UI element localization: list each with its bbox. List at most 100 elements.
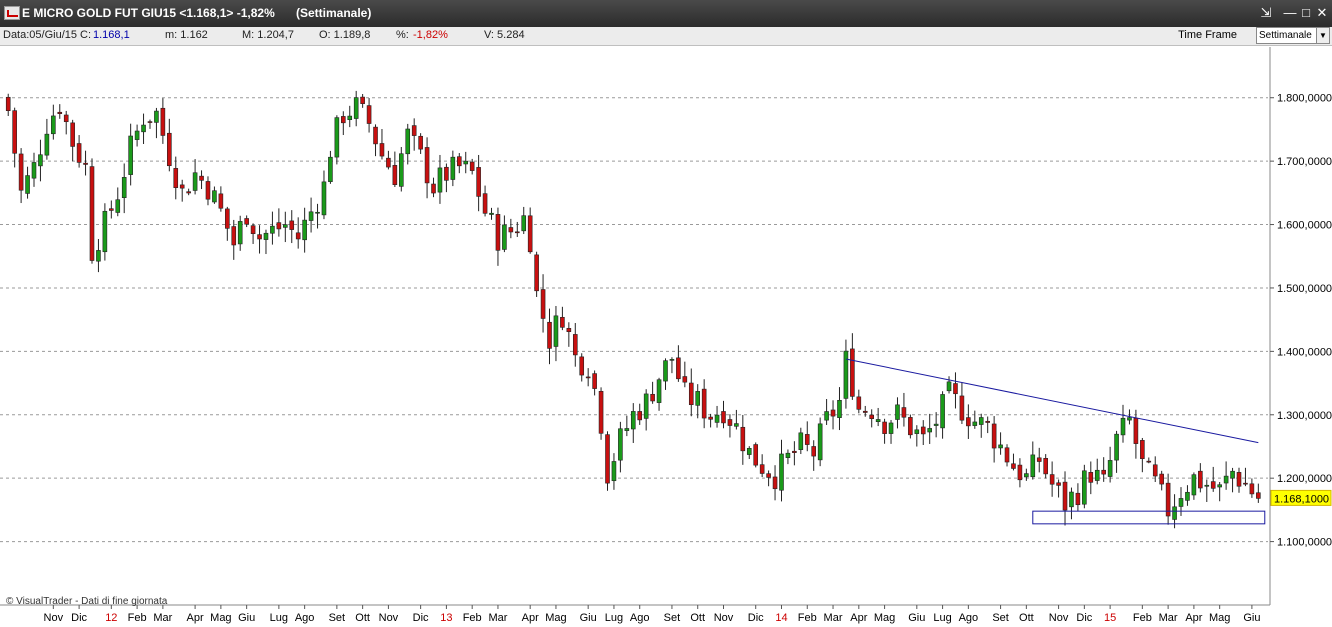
x-tick-label: Mar xyxy=(824,612,843,624)
candle-body xyxy=(869,414,874,419)
candle-body xyxy=(115,199,121,213)
candle-body xyxy=(1191,474,1197,496)
candle-body xyxy=(1024,473,1029,478)
candle-body xyxy=(44,133,50,156)
candle-body xyxy=(966,417,971,427)
candle-body xyxy=(785,452,791,458)
candle-body xyxy=(521,215,527,232)
x-tick-label: Dic xyxy=(748,612,764,624)
candle-body xyxy=(83,162,88,165)
x-tick-label: Giu xyxy=(908,612,925,624)
candle-body xyxy=(456,156,462,167)
candle-body xyxy=(824,411,829,421)
candle-body xyxy=(134,130,140,140)
candle-body xyxy=(418,135,423,150)
candle-body xyxy=(676,357,681,380)
x-tick-label: Nov xyxy=(44,612,64,624)
candle-body xyxy=(527,215,533,253)
candlestick-chart[interactable]: 1.100,0000 1.200,0000 1.300,0000 1.400,0000… xyxy=(0,0,1332,627)
x-tick-label: 12 xyxy=(105,612,117,624)
candle-body xyxy=(1152,464,1158,477)
candle-body xyxy=(779,453,784,491)
x-tick-label: Apr xyxy=(522,612,539,624)
candle-body xyxy=(12,110,17,154)
candle-body xyxy=(63,114,69,123)
candle-body xyxy=(51,115,56,135)
x-tick-label: Giu xyxy=(1243,612,1260,624)
candle-body xyxy=(366,105,372,124)
x-tick-label: Mag xyxy=(545,612,566,624)
x-tick-label: Giu xyxy=(238,612,255,624)
candle-body xyxy=(283,224,288,228)
x-tick-label: Ott xyxy=(355,612,370,624)
candle-body xyxy=(630,411,636,430)
y-tick-label: 1.200,0000 xyxy=(1277,473,1332,485)
candle-body xyxy=(379,143,385,157)
candle-body xyxy=(257,234,262,240)
candle-body xyxy=(1159,473,1164,485)
candle-body xyxy=(882,421,887,434)
y-tick-label: 1.400,0000 xyxy=(1277,346,1332,358)
candle-body xyxy=(1140,440,1145,459)
candle-body xyxy=(1049,474,1055,485)
candle-body xyxy=(1185,491,1190,501)
candle-body xyxy=(753,444,759,466)
candle-body xyxy=(830,409,836,417)
candle-body xyxy=(611,461,617,482)
candle-body xyxy=(186,191,191,194)
candle-body xyxy=(25,175,30,194)
candle-body xyxy=(624,428,630,431)
x-tick-label: Mar xyxy=(153,612,172,624)
candle-body xyxy=(547,321,552,349)
candle-body xyxy=(89,166,95,261)
candle-body xyxy=(1127,417,1132,421)
candle-body xyxy=(908,417,913,436)
candle-body xyxy=(231,226,237,246)
candle-body xyxy=(308,211,314,221)
candle-body xyxy=(334,117,340,158)
candle-body xyxy=(598,390,604,434)
candle-body xyxy=(714,414,720,423)
candle-body xyxy=(1204,484,1210,487)
candle-body xyxy=(920,426,926,435)
y-axis: 1.100,0000 1.200,0000 1.300,0000 1.400,0000… xyxy=(1270,93,1332,549)
candle-body xyxy=(592,373,597,389)
candle-body xyxy=(721,411,726,424)
x-tick-label: Mag xyxy=(874,612,895,624)
candle-body xyxy=(263,232,269,240)
candle-body xyxy=(991,423,997,449)
candle-body xyxy=(637,411,643,421)
x-tick-label: Set xyxy=(992,612,1009,624)
candle-body xyxy=(1133,417,1139,444)
candle-body xyxy=(218,193,224,209)
candle-body xyxy=(566,328,572,333)
candle-body xyxy=(656,379,662,403)
candle-body xyxy=(1069,491,1074,508)
candle-body xyxy=(759,464,765,474)
candle-body xyxy=(1082,470,1087,505)
candle-body xyxy=(57,111,63,114)
candle-body xyxy=(643,393,649,419)
candle-body xyxy=(669,359,675,361)
candle-body xyxy=(1198,470,1203,489)
candle-body xyxy=(289,220,295,230)
candle-body xyxy=(237,221,243,245)
candle-body xyxy=(682,376,688,383)
candle-body xyxy=(102,210,108,253)
candle-body xyxy=(856,396,862,410)
x-tick-label: Nov xyxy=(1049,612,1069,624)
candle-body xyxy=(695,391,701,406)
candle-body xyxy=(740,426,746,452)
candle-body xyxy=(341,116,346,124)
candle-body xyxy=(1243,482,1248,485)
overlays xyxy=(845,358,1266,525)
candle-body xyxy=(270,225,275,234)
candle-body xyxy=(463,160,469,165)
y-tick-label: 1.500,0000 xyxy=(1277,283,1332,295)
x-tick-label: Feb xyxy=(798,612,817,624)
candle-body xyxy=(1056,482,1061,486)
x-tick-label: Nov xyxy=(379,612,399,624)
candle-body xyxy=(482,193,488,214)
candle-body xyxy=(411,125,417,136)
candle-body xyxy=(1146,460,1152,463)
